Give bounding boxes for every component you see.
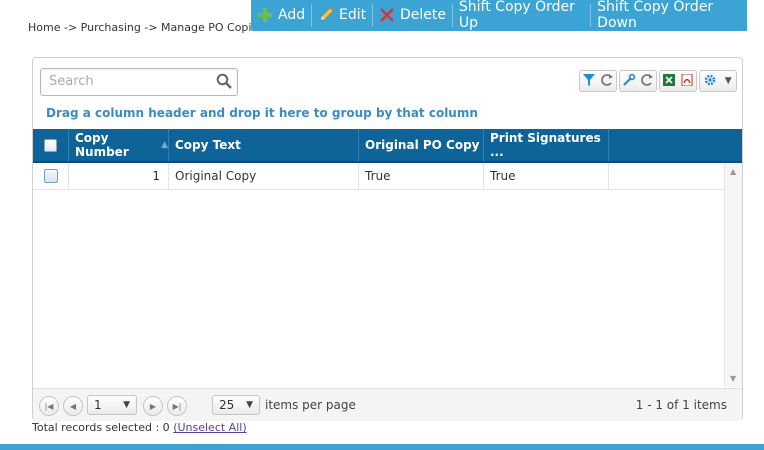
delete-label: Delete	[400, 6, 447, 23]
pdf-icon	[681, 73, 693, 89]
add-button[interactable]: Add	[251, 0, 311, 29]
chevron-down-icon: ▼	[724, 76, 732, 86]
grid-body: 1 Original Copy True True	[33, 163, 724, 387]
cell-copy-text: Original Copy	[169, 163, 359, 189]
vertical-scrollbar[interactable]: ▲ ▼	[724, 163, 742, 387]
page-select[interactable]: 1 ▼	[87, 395, 137, 415]
plus-icon	[257, 7, 273, 23]
table-row[interactable]: 1 Original Copy True True	[33, 163, 724, 190]
next-page-icon: ▶	[149, 401, 157, 411]
shift-copy-order-down-button[interactable]: Shift Copy Order Down	[591, 0, 747, 31]
column-header-label: Copy Text	[175, 138, 241, 152]
column-menu-button[interactable]: ▼	[699, 70, 737, 92]
selected-count-text: Total records selected : 0	[32, 421, 170, 434]
bottom-accent-bar	[0, 444, 764, 450]
search-box	[40, 68, 238, 96]
first-page-icon: |◀	[44, 401, 54, 411]
column-header-copy-text[interactable]: Copy Text	[169, 129, 359, 161]
wrench-icon	[623, 73, 636, 89]
search-input[interactable]	[47, 73, 211, 90]
page-size-value: 25	[219, 398, 235, 412]
edit-button[interactable]: Edit	[312, 0, 372, 29]
last-page-button[interactable]: ▶|	[167, 396, 187, 416]
unselect-all-link[interactable]: (Unselect All)	[173, 421, 246, 434]
page-size-select[interactable]: 25 ▼	[212, 395, 260, 415]
pager-info: 1 - 1 of 1 items	[635, 398, 727, 412]
gear-icon	[704, 74, 716, 89]
group-drop-hint: Drag a column header and drop it here to…	[46, 106, 478, 120]
add-label: Add	[278, 6, 306, 23]
grid-tools: ▼	[579, 70, 737, 92]
chevron-down-icon: ▼	[123, 400, 130, 410]
cell-original-po-copy: True	[359, 163, 484, 189]
excel-icon	[663, 73, 675, 89]
cell-copy-number: 1	[69, 163, 169, 189]
last-page-icon: ▶|	[172, 401, 182, 411]
delete-button[interactable]: Delete	[373, 0, 452, 29]
pager: |◀ ◀ 1 ▼ ▶ ▶| 25 ▼ items per page 1 - 1 …	[33, 388, 742, 421]
column-header-label: Copy Number	[75, 131, 129, 159]
checkbox	[44, 138, 57, 152]
checkbox	[43, 169, 58, 183]
column-header-label: Original PO Copy	[365, 138, 480, 152]
breadcrumb: Home -> Purchasing -> Manage PO Copies	[28, 21, 264, 34]
filter-button[interactable]	[579, 70, 617, 92]
search-icon[interactable]	[216, 73, 232, 89]
column-header-copy-number[interactable]: Copy Number ▲	[69, 129, 169, 161]
first-page-button[interactable]: |◀	[39, 396, 59, 416]
column-header-print-signatures[interactable]: Print Signatures ...	[484, 129, 609, 161]
chevron-down-icon: ▼	[246, 400, 253, 410]
grid-panel: ▼ Drag a column header and drop it here …	[32, 57, 743, 421]
pencil-icon	[318, 6, 334, 23]
next-page-button[interactable]: ▶	[143, 396, 163, 416]
x-icon	[379, 7, 395, 23]
filter-icon	[583, 73, 595, 89]
items-per-page-label: items per page	[265, 398, 356, 412]
scroll-down-icon[interactable]: ▼	[730, 374, 736, 383]
column-header-label: Print Signatures ...	[490, 131, 601, 159]
export-button[interactable]	[659, 70, 697, 92]
refresh-icon	[601, 73, 613, 89]
previous-page-button[interactable]: ◀	[63, 396, 83, 416]
settings-reset-button[interactable]	[619, 70, 657, 92]
scroll-up-icon[interactable]: ▲	[730, 167, 736, 176]
page-number: 1	[94, 398, 102, 412]
edit-label: Edit	[339, 6, 367, 23]
action-toolbar: Add Edit Delete Shift Copy Order Up Shif…	[251, 0, 747, 31]
column-header-original-po-copy[interactable]: Original PO Copy	[359, 129, 484, 161]
row-select-checkbox[interactable]	[33, 163, 69, 189]
refresh-icon	[641, 73, 653, 89]
selection-footer: Total records selected : 0 (Unselect All…	[32, 421, 247, 434]
shift-copy-order-up-button[interactable]: Shift Copy Order Up	[453, 0, 590, 31]
previous-page-icon: ◀	[69, 401, 77, 411]
sort-icon: ▲	[161, 140, 168, 150]
cell-print-signatures: True	[484, 163, 609, 189]
select-all-checkbox[interactable]	[33, 129, 69, 161]
grid-header: Copy Number ▲ Copy Text Original PO Copy…	[33, 129, 742, 163]
